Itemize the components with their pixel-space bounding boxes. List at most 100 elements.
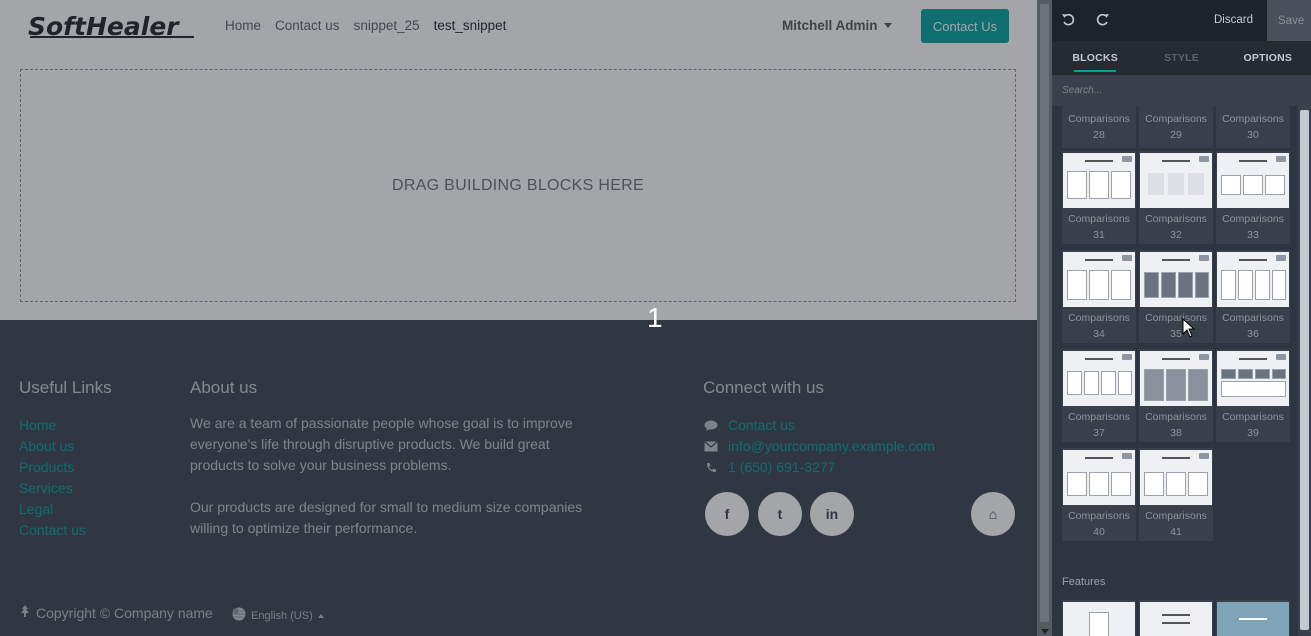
snippet-number: 41 [1170, 526, 1182, 538]
snippet-number: 29 [1170, 129, 1182, 141]
thumb-box [1238, 270, 1253, 300]
snippet-block[interactable]: Comparisons 33 [1216, 151, 1290, 244]
snippet-name: Comparisons [1222, 411, 1284, 423]
tab-options[interactable]: OPTIONS [1225, 41, 1311, 75]
thumb-box [1221, 175, 1241, 195]
blocks-scrollbar-thumb[interactable] [1300, 110, 1309, 630]
thumb-box [1272, 369, 1286, 379]
snippet-block[interactable]: Comparisons 36 [1216, 250, 1290, 343]
thumb-box [1067, 371, 1082, 395]
thumb-box [1111, 472, 1131, 496]
mouse-cursor-icon [1182, 318, 1196, 338]
blocks-search [1052, 75, 1311, 106]
blocks-search-input[interactable] [1052, 75, 1311, 106]
snippet-block[interactable]: Comparisons 38 [1139, 349, 1213, 442]
thumb-box [1089, 472, 1109, 496]
snippet-block[interactable] [1062, 600, 1136, 636]
blocks-scrollbar[interactable] [1298, 106, 1311, 636]
snippet-number: 38 [1170, 427, 1182, 439]
snippet-name: Comparisons [1145, 411, 1207, 423]
editor-tabs: BLOCKS STYLE OPTIONS [1052, 41, 1311, 75]
redo-icon[interactable] [1094, 11, 1112, 29]
snippet-block[interactable]: Comparisons 37 [1062, 349, 1136, 442]
thumb-box [1089, 270, 1109, 300]
snippet-number: 40 [1093, 526, 1105, 538]
thumb-title-line [1162, 614, 1190, 616]
snippet-name: Comparisons [1068, 411, 1130, 423]
save-button[interactable]: Save [1267, 0, 1311, 41]
thumb-box [1178, 272, 1193, 298]
badge-icon [1199, 255, 1209, 261]
thumb-box [1067, 171, 1087, 199]
snippet-number: 31 [1093, 229, 1105, 241]
thumb-title-line [1162, 622, 1190, 624]
thumb-box [1221, 381, 1286, 397]
snippet-name: Comparisons [1145, 312, 1207, 324]
tab-blocks[interactable]: BLOCKS [1052, 41, 1138, 75]
badge-icon [1199, 453, 1209, 459]
thumb-box [1089, 171, 1109, 199]
snippet-caption: Comparisons 36 [1216, 310, 1290, 342]
snippet-number: 35 [1170, 328, 1182, 340]
snippet-caption: Comparisons 28 [1062, 111, 1136, 143]
thumb-title-line [1085, 259, 1113, 261]
badge-icon [1199, 156, 1209, 162]
snippet-number: 32 [1170, 229, 1182, 241]
snippet-thumbnail [1217, 351, 1289, 406]
thumb-box [1243, 175, 1263, 195]
snippet-block[interactable] [1216, 600, 1290, 636]
thumb-box [1161, 272, 1176, 298]
site-scrollbar-thumb[interactable] [1040, 4, 1049, 622]
snippet-name: Comparisons [1068, 510, 1130, 522]
thumb-box [1188, 173, 1204, 195]
thumb-box [1118, 371, 1132, 395]
snippet-block[interactable]: Comparisons 35 [1139, 250, 1213, 343]
thumb-box [1111, 270, 1131, 300]
snippet-thumbnail [1140, 252, 1212, 307]
snippet-block[interactable]: Comparisons 29 [1139, 106, 1213, 148]
snippet-thumbnail [1217, 602, 1289, 636]
snippet-name: Comparisons [1222, 213, 1284, 225]
snippet-block[interactable]: Comparisons 41 [1139, 448, 1213, 541]
snippet-block[interactable]: Comparisons 28 [1062, 106, 1136, 148]
snippet-block[interactable] [1139, 600, 1213, 636]
snippet-block[interactable]: Comparisons 30 [1216, 106, 1290, 148]
snippet-thumbnail [1140, 351, 1212, 406]
thumb-box [1144, 369, 1164, 401]
site-scrollbar[interactable] [1037, 0, 1052, 636]
thumb-box [1084, 371, 1099, 395]
snippet-caption: Comparisons 31 [1062, 211, 1136, 243]
snippet-block[interactable]: Comparisons 40 [1062, 448, 1136, 541]
scroll-down-arrow-icon[interactable] [1041, 629, 1049, 634]
badge-icon [1199, 354, 1209, 360]
snippet-name: Comparisons [1068, 113, 1130, 125]
thumb-box [1067, 472, 1087, 496]
editor-toolbar: Discard Save [1052, 0, 1311, 41]
snippet-number: 39 [1247, 427, 1259, 439]
thumb-title-line [1239, 160, 1267, 162]
badge-icon [1122, 453, 1132, 459]
thumb-box [1168, 173, 1184, 195]
thumb-box [1188, 472, 1208, 496]
discard-button[interactable]: Discard [1214, 14, 1253, 26]
website-preview: SoftHealer Home Contact us snippet_25 te… [0, 0, 1037, 636]
snippet-thumbnail [1063, 153, 1135, 208]
snippet-caption: Comparisons 40 [1062, 508, 1136, 540]
snippet-block[interactable]: Comparisons 32 [1139, 151, 1213, 244]
snippet-thumbnail [1063, 351, 1135, 406]
snippet-block[interactable]: Comparisons 31 [1062, 151, 1136, 244]
thumb-box [1272, 270, 1286, 300]
thumb-box [1195, 272, 1209, 298]
snippet-caption: Comparisons 35 [1139, 310, 1213, 342]
badge-icon [1122, 255, 1132, 261]
snippet-number: 30 [1247, 129, 1259, 141]
snippet-block[interactable]: Comparisons 34 [1062, 250, 1136, 343]
tab-style[interactable]: STYLE [1138, 41, 1224, 75]
snippet-block[interactable]: Comparisons 39 [1216, 349, 1290, 442]
thumb-box [1238, 369, 1253, 379]
thumb-box [1144, 272, 1159, 298]
thumb-box [1188, 369, 1208, 401]
undo-icon[interactable] [1059, 11, 1077, 29]
thumb-box [1101, 371, 1116, 395]
thumb-title-line [1162, 457, 1190, 459]
